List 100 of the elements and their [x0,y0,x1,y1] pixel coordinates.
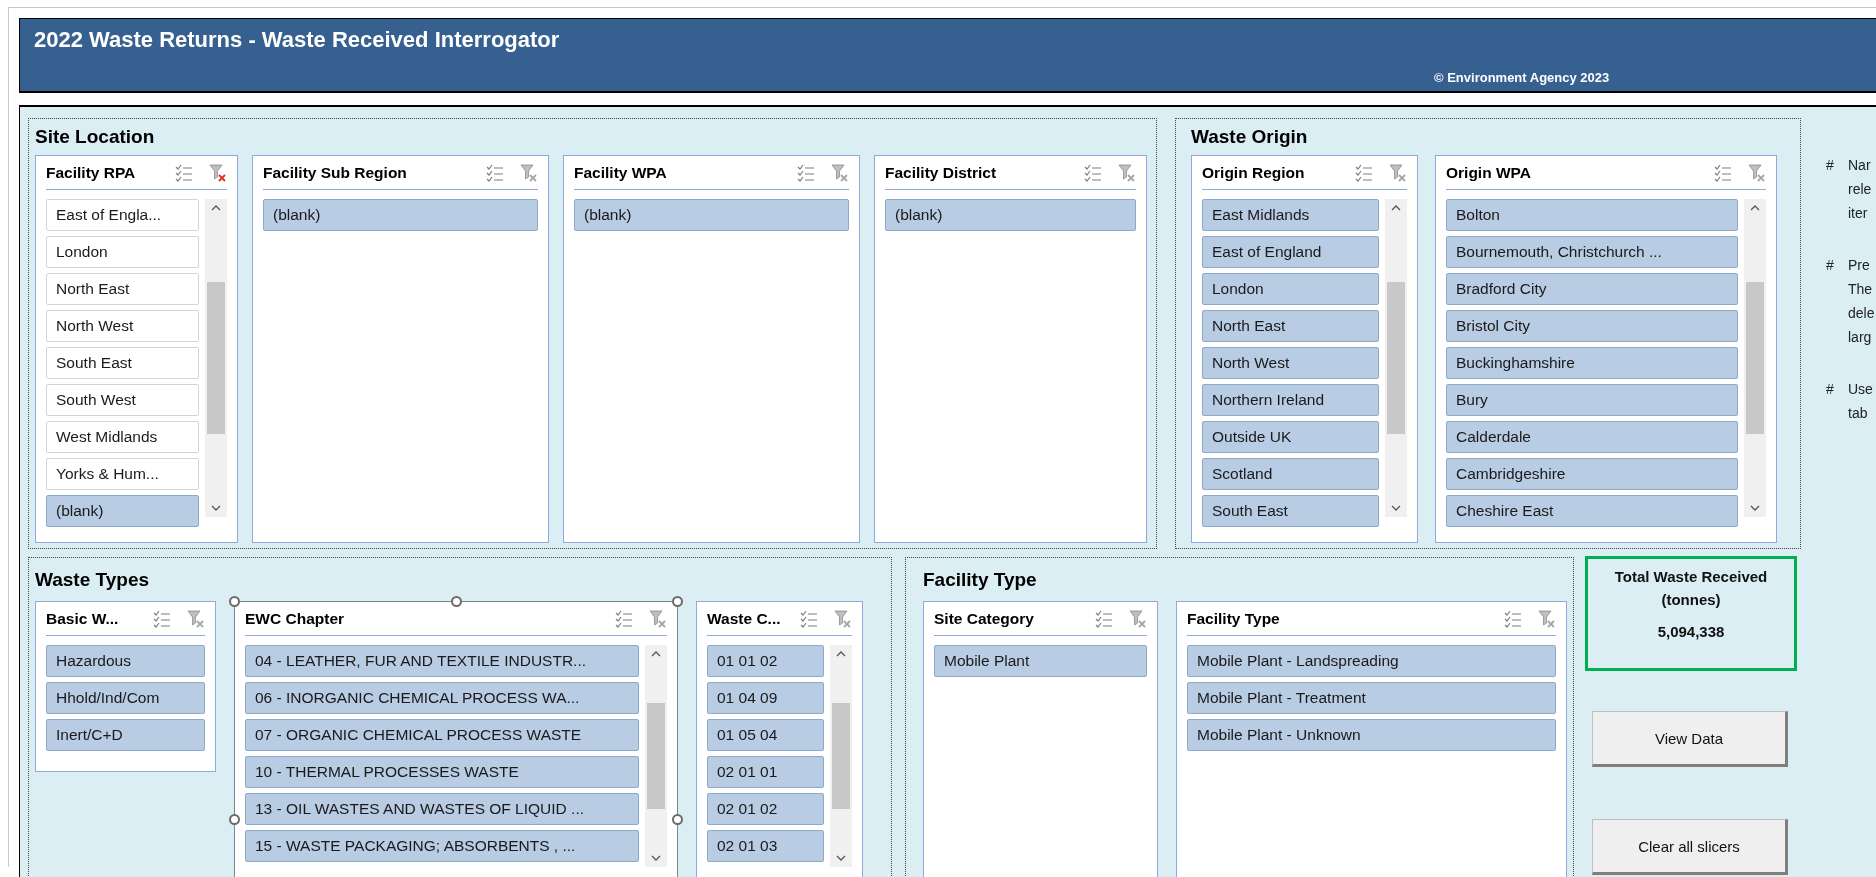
slicer-item[interactable]: (blank) [885,199,1136,231]
slicer-item[interactable]: Cambridgeshire [1446,458,1738,490]
slicer-item[interactable]: 15 - WASTE PACKAGING; ABSORBENTS , ... [245,830,639,862]
slicer-title: Facility District [885,163,998,182]
action-button[interactable]: View Data [1592,711,1788,767]
slicer-item[interactable]: (blank) [574,199,849,231]
slicer-item[interactable]: 02 01 01 [707,756,824,788]
slicer-title: Origin WPA [1446,163,1532,182]
multi-select-icon[interactable] [153,609,171,628]
slicer-item[interactable]: Bournemouth, Christchurch ... [1446,236,1738,268]
clear-filter-icon[interactable] [520,163,538,182]
resize-handle[interactable] [229,596,240,607]
slicer-item[interactable]: Bolton [1446,199,1738,231]
slicer-item[interactable]: 10 - THERMAL PROCESSES WASTE [245,756,639,788]
slicer-item[interactable]: 01 05 04 [707,719,824,751]
slicer-item[interactable]: (blank) [263,199,538,231]
slicer-item[interactable]: Scotland [1202,458,1379,490]
clear-filter-icon[interactable] [1118,163,1136,182]
slicer-item[interactable]: East of England [1202,236,1379,268]
multi-select-icon[interactable] [1095,609,1113,628]
clear-filter-icon[interactable] [209,163,227,182]
slicer-item[interactable]: 13 - OIL WASTES AND WASTES OF LIQUID ... [245,793,639,825]
clear-filter-icon[interactable] [1129,609,1147,628]
clear-filter-icon[interactable] [1748,163,1766,182]
slicer-item[interactable]: Mobile Plant - Treatment [1187,682,1556,714]
clear-filter-icon[interactable] [1389,163,1407,182]
multi-select-icon[interactable] [1504,609,1522,628]
scrollbar[interactable] [1385,199,1407,517]
slicer-item[interactable]: Mobile Plant [934,645,1147,677]
scrollbar[interactable] [830,645,852,867]
slicer-item[interactable]: North East [46,273,199,305]
slicer-item[interactable]: Mobile Plant - Landspreading [1187,645,1556,677]
multi-select-icon[interactable] [800,609,818,628]
slicer-item[interactable]: North West [1202,347,1379,379]
slicer-item[interactable]: 01 04 09 [707,682,824,714]
slicer-item[interactable]: West Midlands [46,421,199,453]
slicer-item[interactable]: London [1202,273,1379,305]
slicer-item[interactable]: South East [46,347,199,379]
multi-select-icon[interactable] [1714,163,1732,182]
slicer-item[interactable]: 07 - ORGANIC CHEMICAL PROCESS WASTE [245,719,639,751]
copyright-text: © Environment Agency 2023 [1434,70,1610,85]
slicer-item[interactable]: 02 01 02 [707,793,824,825]
slicer-item[interactable]: Bristol City [1446,310,1738,342]
slicer-item[interactable]: North East [1202,310,1379,342]
slicer-item[interactable]: Mobile Plant - Unknown [1187,719,1556,751]
note-text: iter [1848,204,1869,223]
slicer-item[interactable]: London [46,236,199,268]
slicer-item[interactable]: 02 01 03 [707,830,824,862]
resize-handle[interactable] [672,596,683,607]
slicer-item[interactable]: Bradford City [1446,273,1738,305]
slicer-item[interactable]: Inert/C+D [46,719,205,751]
clear-filter-icon[interactable] [649,609,667,628]
note-marker: # [1825,380,1835,399]
window-title: 2022 Waste Returns - Waste Received Interrogator [34,27,560,53]
multi-select-icon[interactable] [1084,163,1102,182]
note-text: Pre [1848,256,1871,275]
slicer-item[interactable]: 06 - INORGANIC CHEMICAL PROCESS WA... [245,682,639,714]
note-text: tab [1848,404,1869,423]
multi-select-icon[interactable] [175,163,193,182]
slicer-item[interactable]: Cheshire East [1446,495,1738,527]
slicer-item[interactable]: Outside UK [1202,421,1379,453]
resize-handle[interactable] [229,814,240,825]
resize-handle[interactable] [451,596,462,607]
clear-filter-icon[interactable] [831,163,849,182]
slicer-item[interactable]: East of Engla... [46,199,199,231]
slicer-item[interactable]: Northern Ireland [1202,384,1379,416]
note-marker: # [1825,156,1835,175]
clear-filter-icon[interactable] [187,609,205,628]
clear-filter-icon[interactable] [1538,609,1556,628]
slicer-item[interactable]: Yorks & Hum... [46,458,199,490]
slicer-item[interactable]: Calderdale [1446,421,1738,453]
scrollbar[interactable] [645,645,667,867]
group-title: Site Location [35,126,155,148]
slicer-item[interactable]: South West [46,384,199,416]
slicer-title: EWC Chapter [245,609,346,628]
note-text: The [1848,280,1874,299]
slicer-item[interactable]: South East [1202,495,1379,527]
action-button[interactable]: Clear all slicers [1592,819,1788,875]
slicer-item[interactable]: 04 - LEATHER, FUR AND TEXTILE INDUSTR... [245,645,639,677]
clear-filter-icon[interactable] [834,609,852,628]
slicer-title: Facility Sub Region [263,163,408,182]
multi-select-icon[interactable] [1355,163,1373,182]
scrollbar[interactable] [1744,199,1766,517]
multi-select-icon[interactable] [486,163,504,182]
slicer-title: Facility RPA [46,163,137,182]
group-title: Waste Types [35,568,150,591]
slicer-item[interactable]: Hazardous [46,645,205,677]
slicer-title: Origin Region [1202,163,1306,182]
scrollbar[interactable] [205,199,227,517]
resize-handle[interactable] [672,814,683,825]
multi-select-icon[interactable] [615,609,633,628]
slicer-item[interactable]: Hhold/Ind/Com [46,682,205,714]
slicer-item[interactable]: East Midlands [1202,199,1379,231]
note-text: rele [1848,180,1872,199]
multi-select-icon[interactable] [797,163,815,182]
slicer-item[interactable]: (blank) [46,495,199,527]
slicer-item[interactable]: Buckinghamshire [1446,347,1738,379]
slicer-item[interactable]: Bury [1446,384,1738,416]
slicer-item[interactable]: North West [46,310,199,342]
slicer-item[interactable]: 01 01 02 [707,645,824,677]
